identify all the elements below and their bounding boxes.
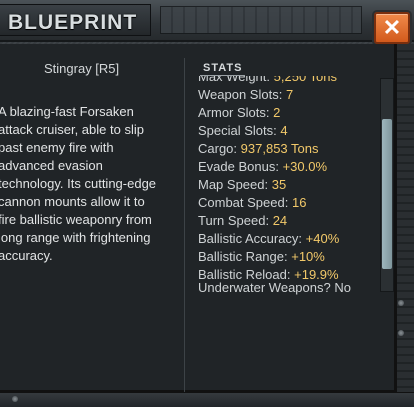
stat-value: +10% bbox=[291, 249, 325, 264]
stat-value: 937,853 Tons bbox=[240, 141, 319, 156]
stats-list[interactable]: Max Weight: 5,250 Tons Weapon Slots: 7 A… bbox=[198, 76, 378, 298]
stat-label: Combat Speed: bbox=[198, 195, 289, 210]
stat-row-evade-bonus: Evade Bonus: +30.0% bbox=[198, 158, 378, 176]
stat-row-armor-slots: Armor Slots: 2 bbox=[198, 104, 378, 122]
stat-row-combat-speed: Combat Speed: 16 bbox=[198, 194, 378, 212]
stat-label: Special Slots: bbox=[198, 123, 277, 138]
title-bar: BLUEPRINT ✕ bbox=[0, 0, 414, 44]
stat-label: Ballistic Accuracy: bbox=[198, 231, 303, 246]
title-decoration bbox=[160, 6, 362, 34]
tab-stats[interactable]: STATS bbox=[200, 62, 246, 76]
scroll-thumb[interactable] bbox=[382, 119, 392, 269]
close-button[interactable]: ✕ bbox=[374, 12, 410, 44]
frame-right-edge bbox=[396, 44, 414, 406]
stat-row-cargo: Cargo: 937,853 Tons bbox=[198, 140, 378, 158]
stat-value: +40% bbox=[305, 231, 340, 246]
stat-value: 2 bbox=[273, 105, 281, 120]
title-plate: BLUEPRINT bbox=[0, 4, 151, 36]
bolt-decoration bbox=[398, 330, 404, 336]
stat-value: 24 bbox=[272, 213, 288, 228]
frame-bottom-edge bbox=[0, 392, 414, 407]
stat-row-turn-speed: Turn Speed: 24 bbox=[198, 212, 378, 230]
stat-label: Armor Slots: bbox=[198, 105, 270, 120]
stat-value: 5,250 Tons bbox=[273, 76, 338, 84]
close-icon: ✕ bbox=[382, 15, 402, 40]
stat-row-underwater-weapons: Underwater Weapons? No bbox=[198, 280, 351, 295]
stat-label: Cargo: bbox=[198, 141, 238, 156]
stat-row-ballistic-accuracy: Ballistic Accuracy: +40% bbox=[198, 230, 378, 248]
stats-scrollbar[interactable] bbox=[380, 78, 394, 292]
stat-row-weapon-slots: Weapon Slots: 7 bbox=[198, 86, 378, 104]
ship-name: Stingray [R5] bbox=[44, 61, 120, 76]
column-divider bbox=[184, 58, 185, 393]
bolt-decoration bbox=[12, 396, 18, 402]
stat-value: 16 bbox=[291, 195, 307, 210]
stat-value: +30.0% bbox=[282, 159, 328, 174]
ship-info: Stingray [R5] A blazing-fast Forsaken at… bbox=[0, 48, 184, 388]
stat-row-special-slots: Special Slots: 4 bbox=[198, 122, 378, 140]
stat-label: Map Speed: bbox=[198, 177, 269, 192]
stat-value: 4 bbox=[280, 123, 288, 138]
stat-label: Max Weight: bbox=[198, 76, 271, 84]
window-title: BLUEPRINT bbox=[8, 11, 138, 34]
ship-description: A blazing-fast Forsaken attack cruiser, … bbox=[0, 104, 157, 263]
stat-row-ballistic-range: Ballistic Range: +10% bbox=[198, 248, 378, 266]
stat-label: Turn Speed: bbox=[198, 213, 270, 228]
stat-value: 35 bbox=[271, 177, 287, 192]
stat-label: Ballistic Range: bbox=[198, 249, 288, 264]
stat-label: Evade Bonus: bbox=[198, 159, 279, 174]
stat-row-max-weight: Max Weight: 5,250 Tons bbox=[198, 76, 378, 86]
bolt-decoration bbox=[398, 300, 404, 306]
stat-label: Weapon Slots: bbox=[198, 87, 283, 102]
stat-value: 7 bbox=[285, 87, 294, 102]
stat-row-map-speed: Map Speed: 35 bbox=[198, 176, 378, 194]
